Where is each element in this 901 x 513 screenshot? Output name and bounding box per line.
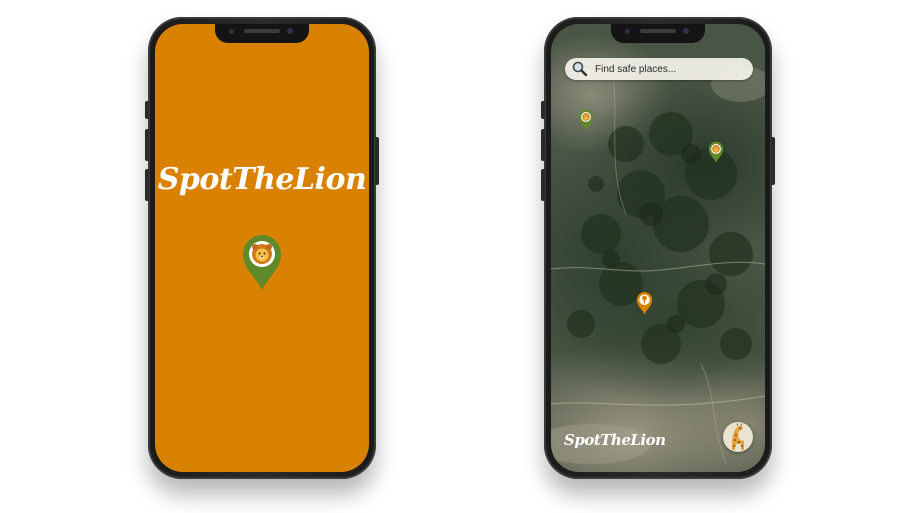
tree-marker-icon[interactable]: [636, 291, 653, 315]
search-bar[interactable]: Find safe places...: [565, 58, 753, 80]
power-button: [771, 137, 775, 185]
volume-up-button: [145, 129, 149, 161]
mute-switch: [145, 101, 149, 119]
giraffe-button[interactable]: [723, 422, 753, 452]
map-brand-label: SpotTheLion: [564, 431, 666, 449]
volume-up-button: [541, 129, 545, 161]
phone-splash: SpotTheLion: [145, 17, 379, 479]
mute-switch: [541, 101, 545, 119]
volume-down-button: [541, 169, 545, 201]
notch: [611, 24, 705, 43]
lion-location-pin-icon: [243, 235, 281, 290]
phone-map: Find safe places... SpotTheLion: [541, 17, 775, 479]
lion-marker-icon[interactable]: [708, 141, 724, 163]
search-input[interactable]: Find safe places...: [595, 64, 676, 75]
volume-down-button: [145, 169, 149, 201]
map-screen[interactable]: Find safe places... SpotTheLion: [551, 24, 765, 472]
splash-screen: SpotTheLion: [155, 24, 369, 472]
lion-marker-icon[interactable]: [578, 109, 594, 131]
search-icon: [572, 61, 588, 77]
satellite-map[interactable]: [551, 24, 765, 472]
giraffe-icon: [732, 423, 744, 450]
power-button: [375, 137, 379, 185]
notch: [215, 24, 309, 43]
app-title: SpotTheLion: [157, 162, 367, 197]
